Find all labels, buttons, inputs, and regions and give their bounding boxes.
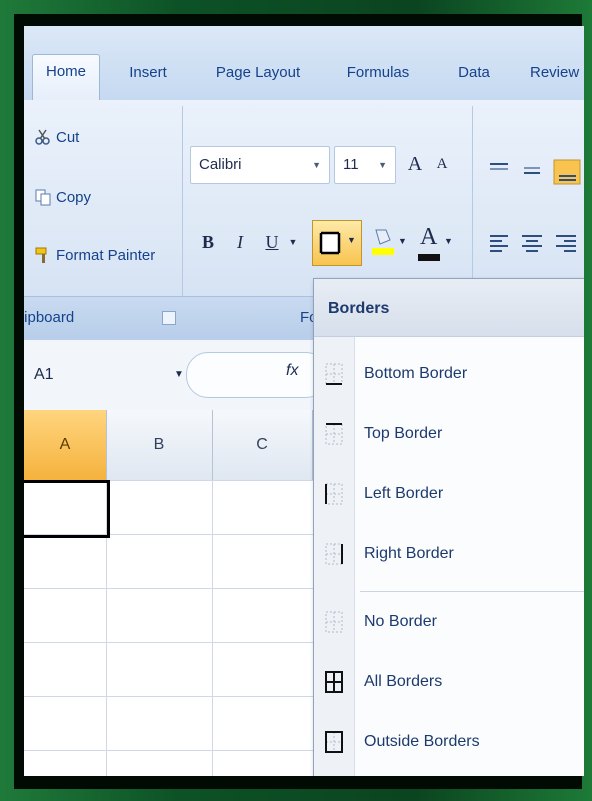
excel-window: Home Insert Page Layout Formulas Data Re… (24, 26, 584, 776)
menu-item-left-border[interactable]: Left Border (314, 469, 584, 519)
border-bottom-icon (319, 231, 341, 255)
menu-item-label: Top Border (364, 425, 443, 442)
scissors-icon (35, 129, 50, 145)
top-border-icon (325, 423, 343, 445)
format-painter-button[interactable]: Format Painter (34, 246, 155, 264)
grow-font-button[interactable]: A (402, 146, 428, 182)
horizontal-align-icons[interactable] (484, 228, 584, 258)
font-name-value: Calibri (199, 156, 242, 173)
menu-item-right-border[interactable]: Right Border (314, 529, 584, 579)
clipboard-dialog-launcher[interactable] (162, 311, 176, 325)
align-bottom-icon (553, 159, 581, 185)
tab-home[interactable]: Home (32, 54, 100, 101)
chevron-down-icon[interactable]: ▼ (444, 236, 453, 246)
right-border-icon (325, 543, 343, 565)
tab-data[interactable]: Data (452, 56, 496, 90)
paint-bucket-icon (372, 229, 394, 255)
outside-borders-icon (325, 731, 343, 753)
menu-item-no-border[interactable]: No Border (314, 597, 584, 647)
copy-icon (35, 189, 51, 206)
cut-button[interactable]: Cut (34, 128, 79, 146)
column-header-c[interactable]: C (212, 410, 313, 480)
clipboard-group-label: Clipboard (24, 309, 75, 326)
font-size-value: 11 (343, 156, 359, 173)
paintbrush-icon (35, 247, 47, 263)
bold-button[interactable]: B (194, 224, 222, 260)
insert-function-icon[interactable]: fx (286, 362, 298, 380)
borders-menu-title: Borders (314, 279, 584, 337)
menu-item-all-borders[interactable]: All Borders (314, 657, 584, 707)
shrink-font-button[interactable]: A (430, 146, 454, 182)
format-painter-label: Format Painter (56, 246, 156, 264)
menu-item-label: Outside Borders (364, 733, 480, 750)
font-color-swatch (418, 254, 440, 261)
copy-label: Copy (56, 188, 92, 206)
chevron-down-icon[interactable]: ▼ (347, 235, 356, 245)
chevron-down-icon[interactable]: ▼ (378, 147, 387, 183)
left-border-icon (325, 483, 343, 505)
copy-button[interactable]: Copy (34, 188, 91, 206)
underline-button[interactable]: U (258, 224, 286, 260)
bottom-border-icon (325, 363, 343, 385)
grid-line (212, 480, 213, 776)
menu-item-outside-borders[interactable]: Outside Borders (314, 717, 584, 767)
name-box[interactable]: A1 (34, 358, 54, 392)
vertical-align-icons[interactable] (484, 156, 584, 186)
active-cell-a1[interactable] (24, 480, 110, 538)
chevron-down-icon[interactable]: ▼ (312, 147, 321, 183)
align-top-icon (490, 163, 508, 170)
tab-insert[interactable]: Insert (120, 56, 176, 90)
menu-item-top-border[interactable]: Top Border (314, 409, 584, 459)
font-size-combo[interactable]: 11 ▼ (334, 146, 396, 184)
font-color-glyph: A (420, 224, 438, 250)
chevron-down-icon[interactable]: ▼ (398, 236, 407, 246)
align-right-icon (556, 235, 576, 252)
font-color-button[interactable]: A ▼ (416, 224, 456, 264)
borders-dropdown-menu: Borders Bottom Border Top Border Left Bo… (313, 278, 584, 776)
menu-item-label: Bottom Border (364, 365, 468, 382)
chevron-down-icon[interactable]: ▼ (286, 224, 300, 260)
ribbon-tab-row: Home Insert Page Layout Formulas Data Re… (24, 26, 584, 101)
italic-button[interactable]: I (226, 224, 254, 260)
menu-item-label: Right Border (364, 545, 454, 562)
column-header-a[interactable]: A (24, 410, 107, 480)
cut-label: Cut (56, 128, 80, 146)
tab-formulas[interactable]: Formulas (340, 56, 416, 90)
formula-bar-handle[interactable] (186, 352, 328, 398)
chevron-down-icon[interactable]: ▼ (174, 358, 184, 392)
menu-item-label: All Borders (364, 673, 443, 690)
tab-page-layout[interactable]: Page Layout (210, 56, 306, 90)
align-left-icon (490, 235, 508, 252)
menu-item-label: No Border (364, 613, 437, 630)
all-borders-icon (325, 671, 343, 693)
tab-review[interactable]: Review (530, 56, 584, 90)
align-middle-icon (524, 167, 540, 174)
menu-item-label: Left Border (364, 485, 444, 502)
menu-item-bottom-border[interactable]: Bottom Border (314, 349, 584, 399)
font-name-combo[interactable]: Calibri ▼ (190, 146, 330, 184)
menu-separator (360, 591, 584, 592)
borders-button[interactable]: ▼ (312, 220, 362, 266)
no-border-icon (325, 611, 343, 633)
fill-color-button[interactable]: ▼ (370, 224, 410, 264)
column-header-b[interactable]: B (106, 410, 213, 480)
align-center-icon (522, 235, 542, 252)
